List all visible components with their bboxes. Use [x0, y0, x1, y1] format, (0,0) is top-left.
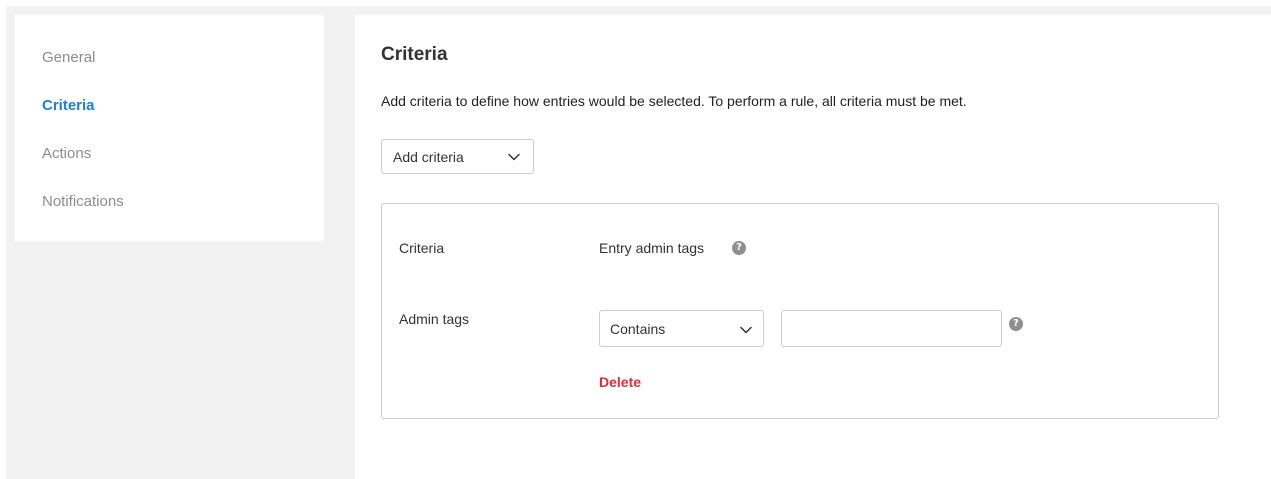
add-criteria-label: Add criteria [393, 149, 464, 165]
sidebar-item-notifications[interactable]: Notifications [42, 193, 124, 210]
chevron-down-icon [508, 153, 520, 161]
help-circle-icon[interactable]: ? [732, 241, 746, 255]
sidebar: General Criteria Actions Notifications [15, 15, 324, 241]
sidebar-item-general[interactable]: General [42, 49, 95, 66]
criteria-card: Criteria Entry admin tags ? Admin tags C… [381, 203, 1219, 419]
help-circle-icon[interactable]: ? [1009, 317, 1023, 331]
criteria-type-value: Entry admin tags [599, 240, 705, 256]
operator-select-value: Contains [610, 321, 666, 337]
delete-criteria-button[interactable]: Delete [599, 374, 641, 390]
page-description: Add criteria to define how entries would… [381, 93, 967, 109]
sidebar-item-criteria[interactable]: Criteria [42, 97, 95, 114]
criteria-row-label: Criteria [399, 240, 445, 256]
admin-tags-label: Admin tags [399, 311, 470, 327]
add-criteria-dropdown[interactable]: Add criteria [381, 139, 534, 174]
sidebar-item-actions[interactable]: Actions [42, 145, 91, 162]
admin-tags-input[interactable] [781, 310, 1002, 347]
page-title: Criteria [381, 44, 448, 65]
main-panel: Criteria Add criteria to define how entr… [355, 15, 1271, 479]
operator-select[interactable]: Contains [599, 310, 764, 347]
chevron-down-icon [740, 326, 752, 334]
